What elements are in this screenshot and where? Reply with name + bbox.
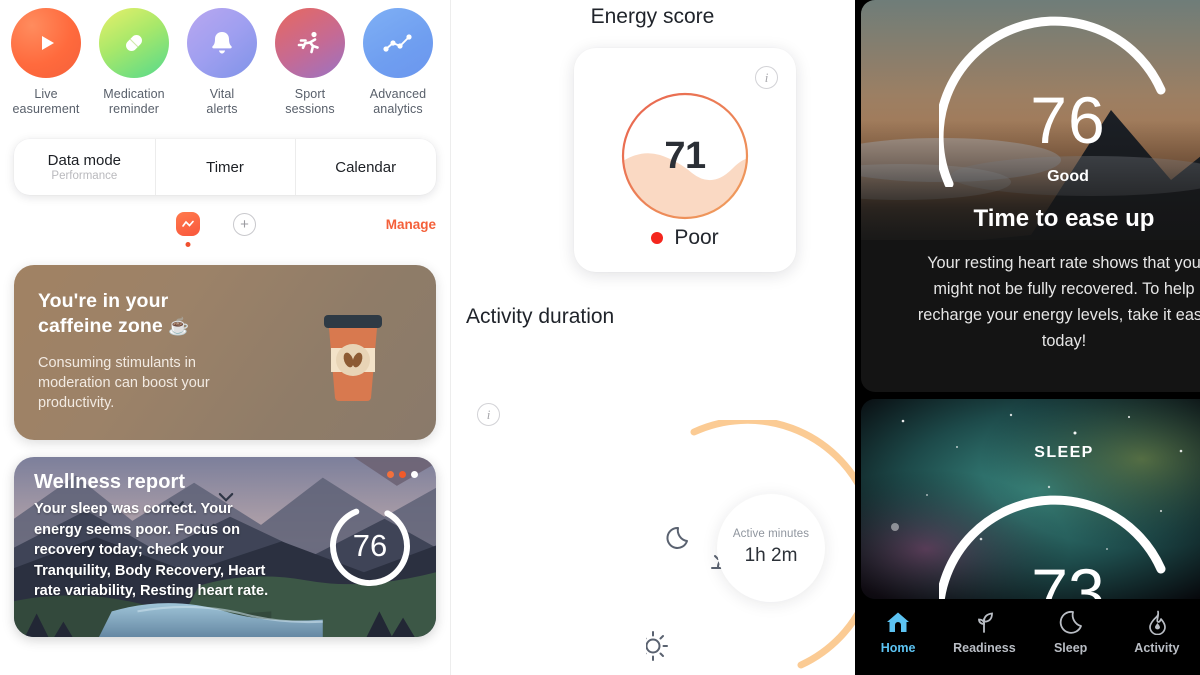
right-app-panel: 76 Good Time to ease up Your resting hea… bbox=[855, 0, 1200, 675]
tab-label: Home bbox=[880, 641, 916, 655]
sleep-card[interactable]: SLEEP 73 bbox=[861, 399, 1200, 599]
bell-icon bbox=[187, 8, 257, 78]
quick-action-sport-sessions[interactable]: Sport sessions bbox=[266, 8, 354, 117]
status-dot-icon bbox=[651, 232, 664, 244]
moon-icon bbox=[1059, 610, 1082, 634]
active-chip-indicator bbox=[185, 242, 191, 247]
sleep-label: SLEEP bbox=[1034, 444, 1094, 461]
wellness-score-value: 76 bbox=[352, 528, 388, 563]
quick-action-label: Advanced analytics bbox=[369, 87, 427, 116]
energy-status-label: Poor bbox=[674, 226, 719, 249]
quick-actions-row: Live easurement Medication reminder Vita… bbox=[0, 0, 450, 117]
coffee-emoji-icon: ☕ bbox=[168, 317, 190, 336]
home-icon bbox=[887, 612, 910, 632]
tab-activity[interactable]: Activity bbox=[1114, 609, 1200, 655]
active-minutes-label: Active minutes bbox=[732, 528, 810, 540]
segmented-control: Data mode Performance Timer Calendar bbox=[14, 139, 436, 195]
add-widget-button[interactable]: + bbox=[233, 212, 256, 236]
activity-center-hub: Active minutes 1h 2m bbox=[717, 493, 825, 602]
tab-calendar[interactable]: Calendar bbox=[295, 139, 436, 195]
energy-score-gauge: 71 bbox=[620, 91, 750, 221]
readiness-body-text: Your resting heart rate shows that you m… bbox=[917, 254, 1200, 350]
quick-action-medication-reminder[interactable]: Medication reminder bbox=[90, 8, 178, 117]
quick-action-label: Sport sessions bbox=[285, 87, 335, 116]
quick-action-label: Medication reminder bbox=[103, 87, 165, 116]
manage-link[interactable]: Manage bbox=[386, 217, 436, 232]
wellness-report-card[interactable]: Wellness report Your sleep was correct. … bbox=[14, 457, 436, 637]
wellness-score-ring: 76 bbox=[326, 502, 414, 590]
energy-score-title: Energy score bbox=[590, 5, 715, 28]
tab-timer[interactable]: Timer bbox=[154, 139, 296, 195]
energy-status-row: Poor bbox=[574, 226, 796, 250]
readiness-headline: Time to ease up bbox=[973, 205, 1155, 232]
wellness-card-title: Wellness report bbox=[34, 471, 186, 493]
tab-label: Readiness bbox=[953, 641, 1016, 655]
widget-chip-row: + Manage bbox=[14, 201, 436, 247]
panel-divider-left bbox=[450, 0, 451, 675]
leaf-icon bbox=[978, 612, 994, 633]
readiness-score-value: 76 bbox=[1030, 83, 1106, 157]
energy-score-value: 71 bbox=[664, 134, 706, 177]
readiness-grade-label: Good bbox=[1047, 168, 1089, 185]
screenshot-root: Live easurement Medication reminder Vita… bbox=[0, 0, 1200, 675]
wellness-card-body: Your sleep was correct. Your energy seem… bbox=[34, 501, 269, 599]
activity-duration-title: Activity duration bbox=[466, 305, 615, 328]
line-chart-icon bbox=[363, 8, 433, 78]
quick-action-advanced-analytics[interactable]: Advanced analytics bbox=[354, 8, 442, 117]
coffee-cup-illustration bbox=[324, 315, 382, 401]
caffeine-card-title: You're in your caffeine zone ☕ bbox=[38, 290, 190, 337]
active-minutes-value: 1h 2m bbox=[744, 545, 798, 566]
play-icon bbox=[11, 8, 81, 78]
caffeine-zone-card[interactable]: You're in your caffeine zone ☕ Consuming… bbox=[14, 265, 436, 440]
sleep-score-value: 73 bbox=[1031, 555, 1105, 599]
quick-action-live-measurement[interactable]: Live easurement bbox=[2, 8, 90, 117]
quick-action-label: Vital alerts bbox=[206, 87, 238, 116]
runner-icon bbox=[275, 8, 345, 78]
tab-sleep[interactable]: Sleep bbox=[1028, 609, 1114, 655]
wave-chip-button[interactable] bbox=[176, 212, 200, 247]
pill-icon bbox=[99, 8, 169, 78]
readiness-card[interactable]: 76 Good Time to ease up Your resting hea… bbox=[861, 0, 1200, 392]
tab-label: Sleep bbox=[1053, 641, 1088, 655]
tab-readiness[interactable]: Readiness bbox=[941, 609, 1027, 655]
caffeine-card-body: Consuming stimulants in moderation can b… bbox=[38, 355, 210, 411]
flame-icon bbox=[1149, 610, 1166, 635]
tab-home[interactable]: Home bbox=[855, 609, 941, 655]
bottom-tab-bar: Home Readiness Sleep Activity bbox=[855, 599, 1200, 675]
info-icon[interactable]: i bbox=[755, 66, 778, 89]
left-app-panel: Live easurement Medication reminder Vita… bbox=[0, 0, 450, 675]
energy-score-card[interactable]: i 71 Poor bbox=[574, 48, 796, 272]
quick-action-label: Live easurement bbox=[12, 87, 80, 116]
activity-duration-gauge: Active minutes 1h 2m bbox=[570, 416, 855, 675]
plus-icon: + bbox=[240, 215, 249, 233]
info-icon[interactable]: i bbox=[477, 403, 500, 426]
tab-label: Activity bbox=[1134, 641, 1180, 655]
tab-data-mode[interactable]: Data mode Performance bbox=[14, 139, 155, 195]
quick-action-vital-alerts[interactable]: Vital alerts bbox=[178, 8, 266, 117]
middle-app-panel: Energy score i 71 Poor Activity duration… bbox=[450, 0, 855, 675]
